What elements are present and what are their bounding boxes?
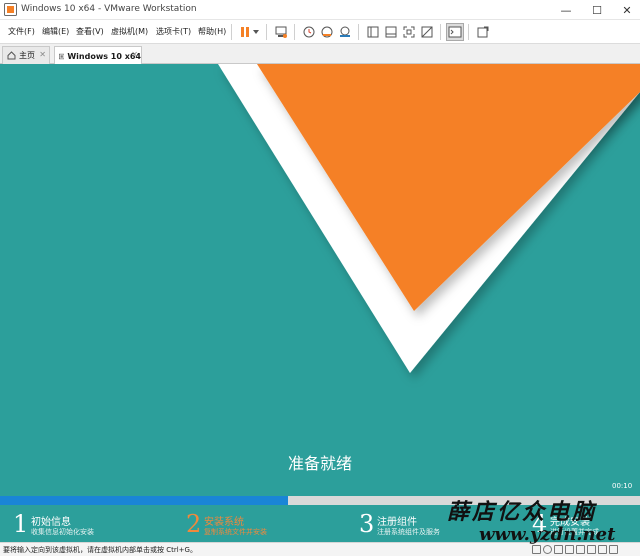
- toolbar-separator: [468, 24, 469, 40]
- status-message: 要将输入定向到该虚拟机，请在虚拟机内部单击或按 Ctrl+G。: [3, 546, 197, 554]
- toolbar-separator: [266, 24, 267, 40]
- snapshot-take-icon[interactable]: [300, 23, 318, 41]
- window-title: Windows 10 x64 - VMware Workstation: [21, 4, 197, 14]
- tab-home-label: 主页: [19, 51, 35, 60]
- menu-bar: 文件(F) 编辑(E) 查看(V) 虚拟机(M) 选项卡(T) 帮助(H): [0, 20, 640, 44]
- home-icon: [7, 51, 16, 60]
- close-button[interactable]: ✕: [612, 0, 640, 20]
- snapshot-manager-icon[interactable]: [336, 23, 354, 41]
- elapsed-timer: 00:10: [612, 482, 633, 490]
- tab-bar: 主页 ✕ Windows 10 x64 ✕: [0, 44, 640, 65]
- watermark-url-text: www.yzdn.net: [479, 524, 616, 545]
- step-number: 1: [13, 510, 29, 538]
- toolbar-separator: [294, 24, 295, 40]
- menu-vm[interactable]: 虚拟机(M): [111, 26, 148, 37]
- menu-edit[interactable]: 编辑(E): [42, 26, 69, 37]
- tab-windows-10[interactable]: Windows 10 x64 ✕: [54, 46, 142, 65]
- send-ctrl-alt-del-icon[interactable]: [272, 23, 290, 41]
- stretch-guest-icon[interactable]: [474, 23, 492, 41]
- unity-icon[interactable]: [418, 23, 436, 41]
- install-progress-fill: [0, 496, 288, 505]
- tab-windows-10-close-icon[interactable]: ✕: [131, 50, 138, 59]
- step-description: 复制系统文件并安装: [204, 528, 267, 536]
- fullscreen-icon[interactable]: [400, 23, 418, 41]
- ready-status-text: 准备就绪: [287, 454, 352, 473]
- vmware-logo-icon: [4, 3, 17, 16]
- menu-help[interactable]: 帮助(H): [198, 26, 226, 37]
- watermark: 薛店亿众电脑 www.yzdn.net: [447, 494, 637, 552]
- watermark-brand-text: 薛店亿众电脑: [447, 499, 598, 525]
- step-title: 安装系统: [204, 517, 244, 528]
- console-view-icon[interactable]: [446, 23, 464, 41]
- step-number: 2: [186, 510, 202, 538]
- step-description: 收集信息初始化安装: [31, 528, 94, 536]
- minimize-button[interactable]: —: [551, 0, 581, 20]
- thumbnail-bar-icon[interactable]: [382, 23, 400, 41]
- menu-tabs[interactable]: 选项卡(T): [156, 26, 191, 37]
- step-title: 注册组件: [377, 517, 417, 528]
- tab-windows-10-label: Windows 10 x64: [67, 51, 141, 61]
- tab-home[interactable]: 主页 ✕: [2, 46, 50, 64]
- sidebar-toggle-icon[interactable]: [364, 23, 382, 41]
- vm-console-screen[interactable]: 准备就绪 00:10 1 初始信息 收集信息初始化安装 2 安装系统 复制系统文…: [0, 64, 640, 542]
- step-title: 初始信息: [31, 517, 71, 528]
- toolbar-separator: [231, 24, 232, 40]
- toolbar-separator: [358, 24, 359, 40]
- menu-file[interactable]: 文件(F): [8, 26, 35, 37]
- step-number: 3: [359, 510, 375, 538]
- menu-view[interactable]: 查看(V): [76, 26, 104, 37]
- dropdown-arrow-icon[interactable]: [250, 23, 262, 41]
- step-description: 注册系统组件及服务: [377, 528, 440, 536]
- maximize-button[interactable]: ☐: [582, 0, 612, 20]
- tab-home-close-icon[interactable]: ✕: [39, 50, 46, 59]
- title-bar: Windows 10 x64 - VMware Workstation — ☐ …: [0, 0, 640, 20]
- toolbar-separator: [440, 24, 441, 40]
- snapshot-revert-icon[interactable]: [318, 23, 336, 41]
- vm-icon: [59, 53, 65, 59]
